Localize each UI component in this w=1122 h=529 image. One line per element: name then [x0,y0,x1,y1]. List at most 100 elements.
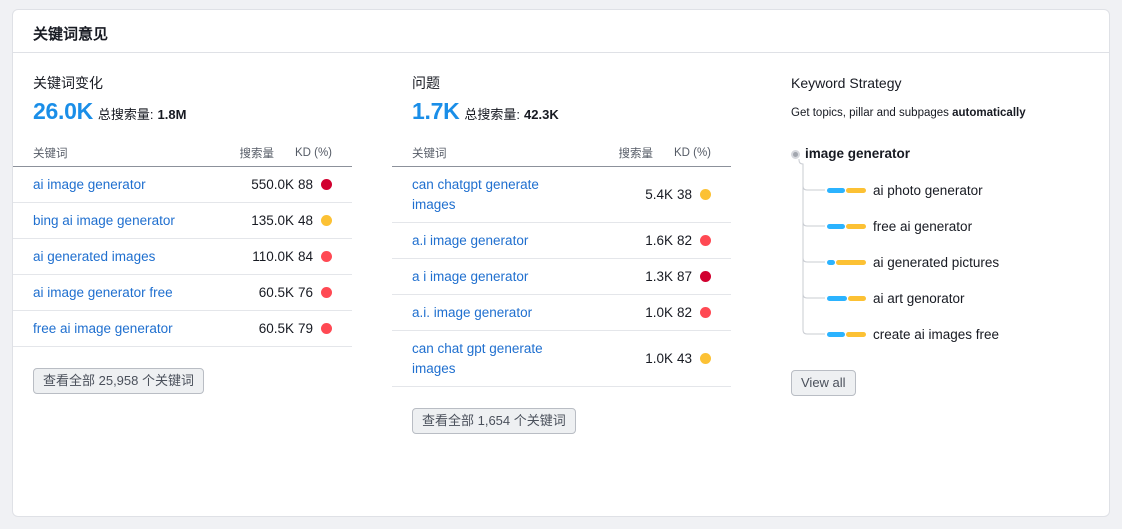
intent-bar-icon [827,259,866,265]
kd-difficulty-dot-icon [700,235,711,246]
kd-difficulty-dot-icon [700,189,711,200]
intent-bar-icon [827,295,866,301]
kd-difficulty-dot-icon [321,215,332,226]
card-title: 关键词意见 [13,10,1109,53]
keyword-link[interactable]: free ai image generator [13,319,214,339]
questions-total-label: 总搜索量: [464,107,521,122]
kd-value: 79 [297,321,313,336]
keyword-link[interactable]: a i image generator [392,267,593,287]
volume-value: 550.0K [251,177,294,192]
volume-value: 1.0K [645,305,673,320]
questions-count[interactable]: 1.7K [412,98,460,125]
view-all-strategy-button[interactable]: View all [791,370,856,396]
table-row: a.i image generator 1.6K 82 [392,223,731,259]
header-kd: KD (%) [673,147,711,159]
tree-child-label: ai photo generator [873,182,983,198]
tree-child-item[interactable]: ai generated pictures [827,253,999,271]
kd-value: 38 [676,187,692,202]
variations-total-value: 1.8M [157,107,187,122]
variations-total-label: 总搜索量: [97,107,154,122]
questions-total-value: 42.3K [524,107,559,122]
questions-section: 问题 1.7K 总搜索量: 42.3K 关键词 搜索量 KD (%) can c… [392,74,731,434]
kd-difficulty-dot-icon [700,307,711,318]
table-row: a.i. image generator 1.0K 82 [392,295,731,331]
header-kd: KD (%) [294,147,332,159]
keyword-link[interactable]: ai generated images [13,247,214,267]
strategy-subtitle-bold: automatically [952,107,1026,119]
tree-child-item[interactable]: ai art genorator [827,289,965,307]
table-row: ai generated images 110.0K 84 [13,239,352,275]
variations-title[interactable]: 关键词变化 [13,74,352,92]
intent-bar-icon [827,331,866,337]
kd-cell: 79 [294,321,352,336]
keyword-link[interactable]: a.i. image generator [392,303,593,323]
questions-table: 关键词 搜索量 KD (%) can chatgpt generate imag… [392,140,731,387]
volume-value: 60.5K [258,321,294,336]
header-keyword: 关键词 [412,148,447,160]
variations-metric: 26.0K 总搜索量: 1.8M [13,98,352,128]
header-keyword: 关键词 [33,148,68,160]
kd-cell: 43 [673,351,731,366]
tree-child-label: free ai generator [873,218,973,234]
strategy-subtitle-text: Get topics, pillar and subpages [791,107,949,119]
strategy-subtitle: Get topics, pillar and subpages automati… [791,107,1101,119]
kd-difficulty-dot-icon [321,251,332,262]
kd-value: 87 [676,269,692,284]
kd-difficulty-dot-icon [321,323,332,334]
kd-cell: 87 [673,269,731,284]
kd-cell: 88 [294,177,352,192]
tree-child-label: ai art genorator [873,290,965,306]
keyword-link[interactable]: can chat gpt generate images [392,339,593,379]
kd-difficulty-dot-icon [321,179,332,190]
kd-value: 82 [676,233,692,248]
tree-child-item[interactable]: ai photo generator [827,181,983,199]
kd-value: 48 [297,213,313,228]
kd-cell: 48 [294,213,352,228]
kd-value: 43 [676,351,692,366]
variations-table: 关键词 搜索量 KD (%) ai image generator 550.0K 8… [13,140,352,347]
topic-tree: image generator ai photo generator free a… [791,146,1101,346]
volume-value: 60.5K [258,285,294,300]
keyword-ideas-card: 关键词意见 关键词变化 26.0K 总搜索量: 1.8M 关键词 搜索量 KD … [12,9,1110,517]
keyword-link[interactable]: ai image generator free [13,283,214,303]
kd-cell: 76 [294,285,352,300]
kd-difficulty-dot-icon [700,271,711,282]
root-node-dot [791,150,800,159]
table-row: a i image generator 1.3K 87 [392,259,731,295]
table-row: ai image generator 550.0K 88 [13,167,352,203]
keyword-link[interactable]: ai image generator [13,175,214,195]
kd-difficulty-dot-icon [321,287,332,298]
kd-value: 82 [676,305,692,320]
header-volume: 搜索量 [239,148,275,160]
kd-cell: 84 [294,249,352,264]
volume-value: 1.3K [645,269,673,284]
tree-child-item[interactable]: free ai generator [827,217,972,235]
table-row: can chat gpt generate images 1.0K 43 [392,331,731,387]
keyword-variations-section: 关键词变化 26.0K 总搜索量: 1.8M 关键词 搜索量 KD (%) ai… [13,74,352,394]
kd-value: 76 [297,285,313,300]
keyword-link[interactable]: can chatgpt generate images [392,175,593,215]
table-row: bing ai image generator 135.0K 48 [13,203,352,239]
kd-difficulty-dot-icon [700,353,711,364]
tree-child-item[interactable]: create ai images free [827,325,999,343]
questions-title[interactable]: 问题 [392,74,731,92]
table-header: 关键词 搜索量 KD (%) [13,140,352,167]
kd-cell: 82 [673,305,731,320]
tree-child-label: create ai images free [873,326,1000,342]
root-topic-label[interactable]: image generator [805,146,910,161]
tree-connector-lines [798,159,825,335]
intent-bar-icon [827,223,866,229]
tree-child-label: ai generated pictures [873,254,1000,270]
kd-value: 84 [297,249,313,264]
strategy-title: Keyword Strategy [791,75,902,91]
view-all-variations-button[interactable]: 查看全部 25,958 个关键词 [33,368,204,394]
view-all-questions-button[interactable]: 查看全部 1,654 个关键词 [412,408,576,434]
volume-value: 5.4K [645,187,673,202]
keyword-link[interactable]: bing ai image generator [13,211,214,231]
table-row: can chatgpt generate images 5.4K 38 [392,167,731,223]
kd-cell: 82 [673,233,731,248]
intent-bar-icon [827,187,866,193]
table-header: 关键词 搜索量 KD (%) [392,140,731,167]
keyword-link[interactable]: a.i image generator [392,231,593,251]
variations-count[interactable]: 26.0K [33,98,93,125]
